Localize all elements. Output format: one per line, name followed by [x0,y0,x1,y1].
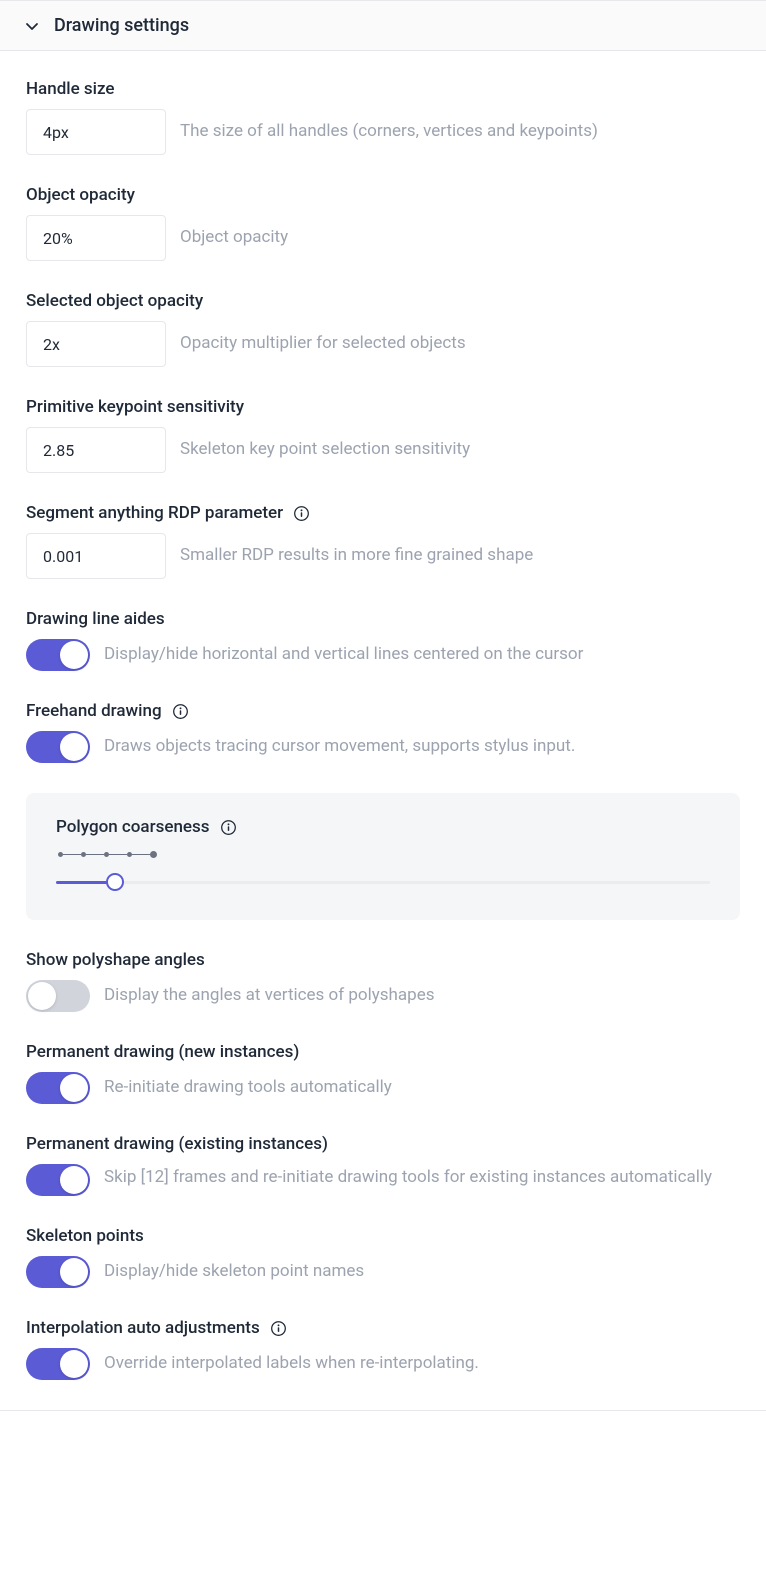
panel-header[interactable]: Drawing settings [0,1,766,51]
rdp-label: Segment anything RDP parameter [26,503,740,523]
line-aides-hint: Display/hide horizontal and vertical lin… [104,642,740,668]
perm-new-label: Permanent drawing (new instances) [26,1042,740,1062]
freehand-toggle[interactable] [26,731,90,763]
panel-title: Drawing settings [54,15,189,36]
coarseness-label-text: Polygon coarseness [56,817,210,837]
info-icon[interactable] [270,1320,287,1337]
perm-existing-label: Permanent drawing (existing instances) [26,1134,740,1154]
setting-keypoint-sensitivity: Primitive keypoint sensitivity Skeleton … [26,397,740,473]
freehand-label-text: Freehand drawing [26,701,162,721]
perm-existing-hint: Skip [12] frames and re-initiate drawing… [26,1164,740,1190]
polyangles-toggle[interactable] [26,980,90,1012]
line-aides-label: Drawing line aides [26,609,740,629]
coarseness-dots-icon [58,851,710,858]
polyangles-label: Show polyshape angles [26,950,740,970]
setting-polyshape-angles: Show polyshape angles Display the angles… [26,950,740,1012]
coarseness-slider[interactable] [56,872,710,892]
rdp-label-text: Segment anything RDP parameter [26,503,283,523]
skeleton-points-hint: Display/hide skeleton point names [104,1259,740,1285]
info-icon[interactable] [172,703,189,720]
coarseness-label: Polygon coarseness [56,817,710,837]
setting-selected-opacity: Selected object opacity Opacity multipli… [26,291,740,367]
setting-rdp: Segment anything RDP parameter Smaller R… [26,503,740,579]
keypoint-sensitivity-label: Primitive keypoint sensitivity [26,397,740,417]
polygon-coarseness-panel: Polygon coarseness [26,793,740,920]
rdp-input[interactable] [26,533,166,579]
info-icon[interactable] [220,819,237,836]
polyangles-hint: Display the angles at vertices of polysh… [104,983,740,1009]
handle-size-label: Handle size [26,79,740,99]
skeleton-points-toggle[interactable] [26,1256,90,1288]
object-opacity-label: Object opacity [26,185,740,205]
rdp-hint: Smaller RDP results in more fine grained… [180,543,740,569]
drawing-settings-panel: Drawing settings Handle size The size of… [0,0,766,1411]
perm-existing-toggle[interactable] [26,1164,90,1196]
setting-object-opacity: Object opacity Object opacity [26,185,740,261]
setting-line-aides: Drawing line aides Display/hide horizont… [26,609,740,671]
freehand-hint: Draws objects tracing cursor movement, s… [104,734,740,760]
selected-opacity-label: Selected object opacity [26,291,740,311]
freehand-label: Freehand drawing [26,701,740,721]
handle-size-hint: The size of all handles (corners, vertic… [180,119,740,145]
slider-thumb[interactable] [106,873,124,891]
skeleton-points-label: Skeleton points [26,1226,740,1246]
info-icon[interactable] [293,505,310,522]
line-aides-toggle[interactable] [26,639,90,671]
interp-auto-hint: Override interpolated labels when re-int… [104,1351,740,1377]
interp-auto-label-text: Interpolation auto adjustments [26,1318,260,1338]
object-opacity-hint: Object opacity [180,225,740,251]
setting-interp-auto: Interpolation auto adjustments Override … [26,1318,740,1380]
settings-content: Handle size The size of all handles (cor… [0,51,766,1410]
interp-auto-toggle[interactable] [26,1348,90,1380]
perm-new-hint: Re-initiate drawing tools automatically [104,1075,740,1101]
interp-auto-label: Interpolation auto adjustments [26,1318,740,1338]
chevron-down-icon [24,18,40,34]
object-opacity-input[interactable] [26,215,166,261]
keypoint-sensitivity-hint: Skeleton key point selection sensitivity [180,437,740,463]
perm-new-toggle[interactable] [26,1072,90,1104]
setting-permanent-new: Permanent drawing (new instances) Re-ini… [26,1042,740,1104]
selected-opacity-input[interactable] [26,321,166,367]
handle-size-input[interactable] [26,109,166,155]
selected-opacity-hint: Opacity multiplier for selected objects [180,331,740,357]
setting-skeleton-points: Skeleton points Display/hide skeleton po… [26,1226,740,1288]
keypoint-sensitivity-input[interactable] [26,427,166,473]
setting-handle-size: Handle size The size of all handles (cor… [26,79,740,155]
setting-freehand: Freehand drawing Draws objects tracing c… [26,701,740,763]
setting-permanent-existing: Permanent drawing (existing instances) S… [26,1134,740,1196]
